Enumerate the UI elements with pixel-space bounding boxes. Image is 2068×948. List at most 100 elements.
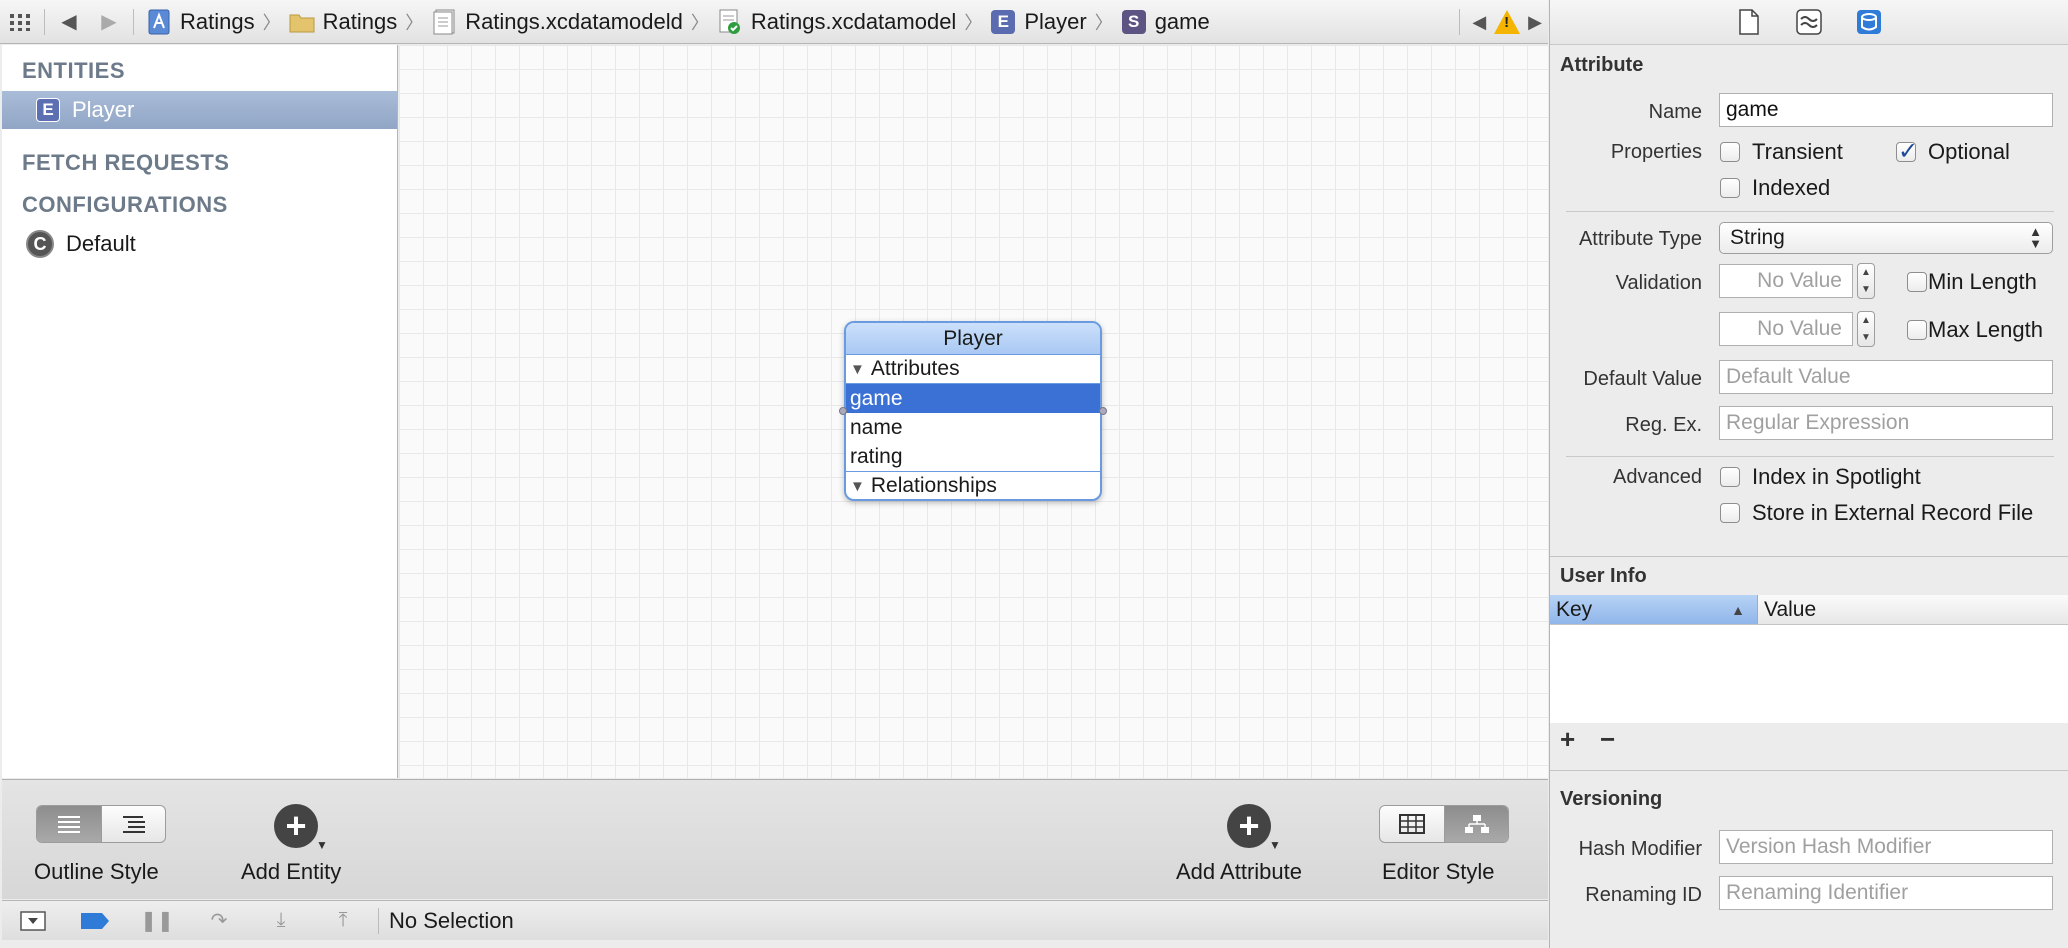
entity-box-player[interactable]: Player ▼ Attributes game name rating ▼ R… [844, 321, 1102, 501]
quick-help-icon[interactable] [1794, 7, 1824, 37]
file-inspector-icon[interactable] [1734, 7, 1764, 37]
forward-arrow-icon[interactable]: ▶ [89, 0, 129, 44]
attribute-type-popup[interactable]: String ▲ ▼ [1719, 222, 2053, 254]
next-issue-icon[interactable]: ▶ [1528, 12, 1542, 33]
breadcrumb-datamodel-bundle[interactable]: Ratings.xcdatamodeld 〉 [423, 0, 709, 44]
previous-issue-icon[interactable]: ◀ [1472, 12, 1486, 33]
indexed-checkbox[interactable] [1720, 178, 1740, 198]
warning-icon[interactable]: ! [1494, 10, 1521, 34]
string-attribute-icon: S [1121, 9, 1147, 35]
add-attribute-label: Add Attribute [1176, 859, 1302, 884]
connection-handle-right[interactable] [1099, 407, 1107, 415]
user-info-table[interactable]: Key ▲ Value [1550, 595, 2068, 723]
hierarchy-style-icon[interactable] [101, 806, 165, 842]
breadcrumb-label: game [1154, 8, 1210, 34]
max-value-stepper[interactable]: ▲ ▼ [1857, 311, 1875, 347]
regex-label: Reg. Ex. [1625, 414, 1702, 436]
divider [1550, 770, 2068, 771]
project-icon [146, 9, 172, 35]
entity-box-title[interactable]: Player [846, 323, 1100, 355]
add-user-info-button[interactable]: + [1560, 724, 1575, 755]
breakpoints-icon[interactable] [64, 901, 126, 941]
separator [1459, 9, 1461, 35]
related-items-icon[interactable] [0, 0, 40, 44]
disclosure-triangle-icon[interactable]: ▼ [850, 361, 865, 378]
validation-label: Validation [1615, 272, 1702, 294]
transient-checkbox[interactable] [1720, 142, 1740, 162]
attribute-type-value: String [1730, 226, 1785, 249]
entities-header: ENTITIES [22, 58, 126, 83]
dropdown-caret-icon[interactable]: ▼ [1269, 838, 1281, 852]
back-arrow-icon[interactable]: ◀ [49, 0, 89, 44]
breadcrumb-attribute[interactable]: S game [1113, 0, 1210, 44]
graph-style-icon[interactable] [1444, 806, 1508, 842]
entity-icon: E [36, 98, 60, 122]
store-external-checkbox[interactable] [1720, 503, 1740, 523]
hide-debug-area-icon[interactable] [2, 901, 64, 941]
dropdown-caret-icon[interactable]: ▼ [316, 838, 328, 852]
connection-handle-left[interactable] [839, 407, 847, 415]
hash-modifier-field[interactable]: Version Hash Modifier [1719, 830, 2053, 864]
attribute-badge: S [1121, 9, 1146, 34]
max-value-field[interactable]: No Value [1719, 312, 1853, 346]
step-over-icon[interactable]: ↷ [188, 901, 250, 941]
add-attribute-button[interactable]: + [1227, 804, 1271, 848]
diagram-canvas[interactable]: Player ▼ Attributes game name rating ▼ R… [399, 45, 1548, 778]
name-label: Name [1648, 101, 1702, 123]
attribute-section-title: Attribute [1560, 54, 1644, 76]
fetch-requests-header: FETCH REQUESTS [22, 150, 230, 175]
max-length-label: Max Length [1928, 317, 2043, 342]
editor-style-segmented-control[interactable] [1379, 805, 1509, 843]
versioning-section-title: Versioning [1560, 788, 1663, 810]
outline-configuration-default[interactable]: C Default [2, 225, 397, 263]
step-into-icon[interactable]: ⤓ [250, 901, 312, 941]
separator [44, 8, 45, 35]
attributes-section-header[interactable]: ▼ Attributes [846, 355, 1100, 384]
issue-navigator: ◀ ! ▶ [1455, 0, 1542, 44]
add-entity-button[interactable]: + [274, 804, 318, 848]
value-column-header[interactable]: Value [1758, 595, 2068, 624]
min-value-stepper[interactable]: ▲ ▼ [1857, 263, 1875, 299]
relationships-section-header[interactable]: ▼ Relationships [846, 471, 1100, 499]
popup-arrows-icon: ▲ ▼ [2029, 224, 2042, 251]
breadcrumb-datamodel-version[interactable]: Ratings.xcdatamodel 〉 [709, 0, 982, 44]
index-in-spotlight-checkbox[interactable] [1720, 467, 1740, 487]
breadcrumb-folder[interactable]: Ratings 〉 [281, 0, 424, 44]
attribute-row[interactable]: game [846, 384, 1100, 413]
min-length-checkbox[interactable] [1907, 272, 1927, 292]
inspector-tab-bar [1550, 0, 2068, 45]
regex-field[interactable]: Regular Expression [1719, 406, 2053, 440]
outline-style-label: Outline Style [34, 859, 159, 884]
default-value-field[interactable]: Default Value [1719, 360, 2053, 394]
data-model-inspector: Attribute Name game Properties Transient… [1549, 0, 2068, 948]
user-info-section-title: User Info [1560, 565, 1647, 587]
outline-configuration-label: Default [66, 231, 136, 256]
table-style-icon[interactable] [1380, 806, 1444, 842]
min-value-field[interactable]: No Value [1719, 264, 1853, 298]
breadcrumb-entity[interactable]: E Player 〉 [982, 0, 1113, 44]
optional-checkbox[interactable] [1896, 137, 1918, 166]
key-column-header[interactable]: Key ▲ [1550, 595, 1758, 624]
list-style-icon[interactable] [37, 806, 101, 842]
indexed-label: Indexed [1752, 175, 1831, 200]
renaming-id-field[interactable]: Renaming Identifier [1719, 876, 2053, 910]
min-length-label: Min Length [1928, 269, 2037, 294]
attribute-row[interactable]: rating [846, 442, 1100, 471]
data-model-inspector-icon[interactable] [1854, 7, 1884, 37]
step-out-icon[interactable]: ⤒ [312, 901, 374, 941]
breadcrumb-project[interactable]: Ratings 〉 [138, 0, 281, 44]
attribute-row[interactable]: name [846, 413, 1100, 442]
remove-user-info-button[interactable]: − [1600, 724, 1615, 755]
entity-icon: E [990, 9, 1016, 35]
editor-style-label: Editor Style [1382, 859, 1495, 884]
attributes-header-label: Attributes [870, 357, 960, 380]
breadcrumb-label: Ratings [322, 8, 398, 34]
separator [133, 8, 134, 35]
pause-icon[interactable]: ❚❚ [126, 901, 188, 941]
disclosure-triangle-icon[interactable]: ▼ [850, 478, 865, 495]
chevron-right-icon: 〉 [405, 12, 424, 33]
max-length-checkbox[interactable] [1907, 320, 1927, 340]
name-field[interactable]: game [1719, 93, 2053, 127]
outline-style-segmented-control[interactable] [36, 805, 166, 843]
outline-entity-player[interactable]: E Player [2, 91, 397, 129]
